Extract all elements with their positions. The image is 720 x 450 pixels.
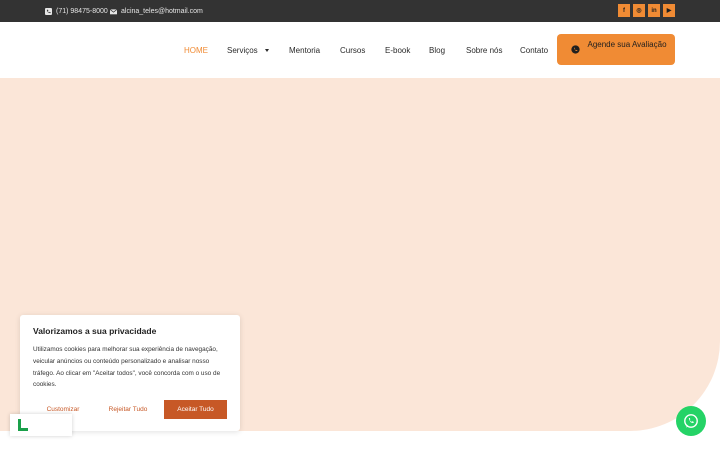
nav-ebook[interactable]: E-book <box>385 22 410 78</box>
cookie-title: Valorizamos a sua privacidade <box>33 326 157 336</box>
caret-down-icon <box>264 48 269 52</box>
phone-icon <box>45 7 52 15</box>
nav-contato[interactable]: Contato <box>520 22 548 78</box>
contact-email[interactable]: alcina_teles@hotmail.com <box>110 0 203 22</box>
nav-sobre-nos[interactable]: Sobre nós <box>466 22 502 78</box>
contact-phone[interactable]: (71) 98475-8000 <box>45 0 108 22</box>
schedule-button-label: Agende sua Avaliação <box>587 40 667 49</box>
nav-blog[interactable]: Blog <box>429 22 445 78</box>
cookie-text: Utilizamos cookies para melhorar sua exp… <box>33 346 221 389</box>
contact-phone-text: (71) 98475-8000 <box>56 7 108 15</box>
facebook-icon[interactable]: f <box>618 4 630 17</box>
recaptcha-badge[interactable] <box>10 414 72 436</box>
social-links: f ◎ in ▶ <box>618 4 675 17</box>
youtube-icon[interactable]: ▶ <box>663 4 675 17</box>
whatsapp-float-button[interactable] <box>676 406 706 436</box>
nav-servicos-label: Serviços <box>227 45 258 55</box>
schedule-button[interactable]: Agende sua Avaliação <box>557 34 675 65</box>
instagram-icon[interactable]: ◎ <box>633 4 645 17</box>
nav-home[interactable]: HOME <box>184 22 208 78</box>
nav-cursos[interactable]: Cursos <box>340 22 365 78</box>
whatsapp-icon <box>684 414 698 428</box>
recaptcha-icon <box>18 419 28 431</box>
nav-mentoria[interactable]: Mentoria <box>289 22 320 78</box>
nav-servicos[interactable]: Serviços <box>227 22 269 78</box>
accept-all-button[interactable]: Aceitar Tudo <box>164 400 227 419</box>
top-bar <box>0 0 720 22</box>
reject-all-button[interactable]: Rejeitar Tudo <box>100 400 156 419</box>
contact-email-text: alcina_teles@hotmail.com <box>121 7 203 15</box>
linkedin-icon[interactable]: in <box>648 4 660 17</box>
whatsapp-icon <box>571 45 580 54</box>
envelope-icon <box>110 8 117 14</box>
